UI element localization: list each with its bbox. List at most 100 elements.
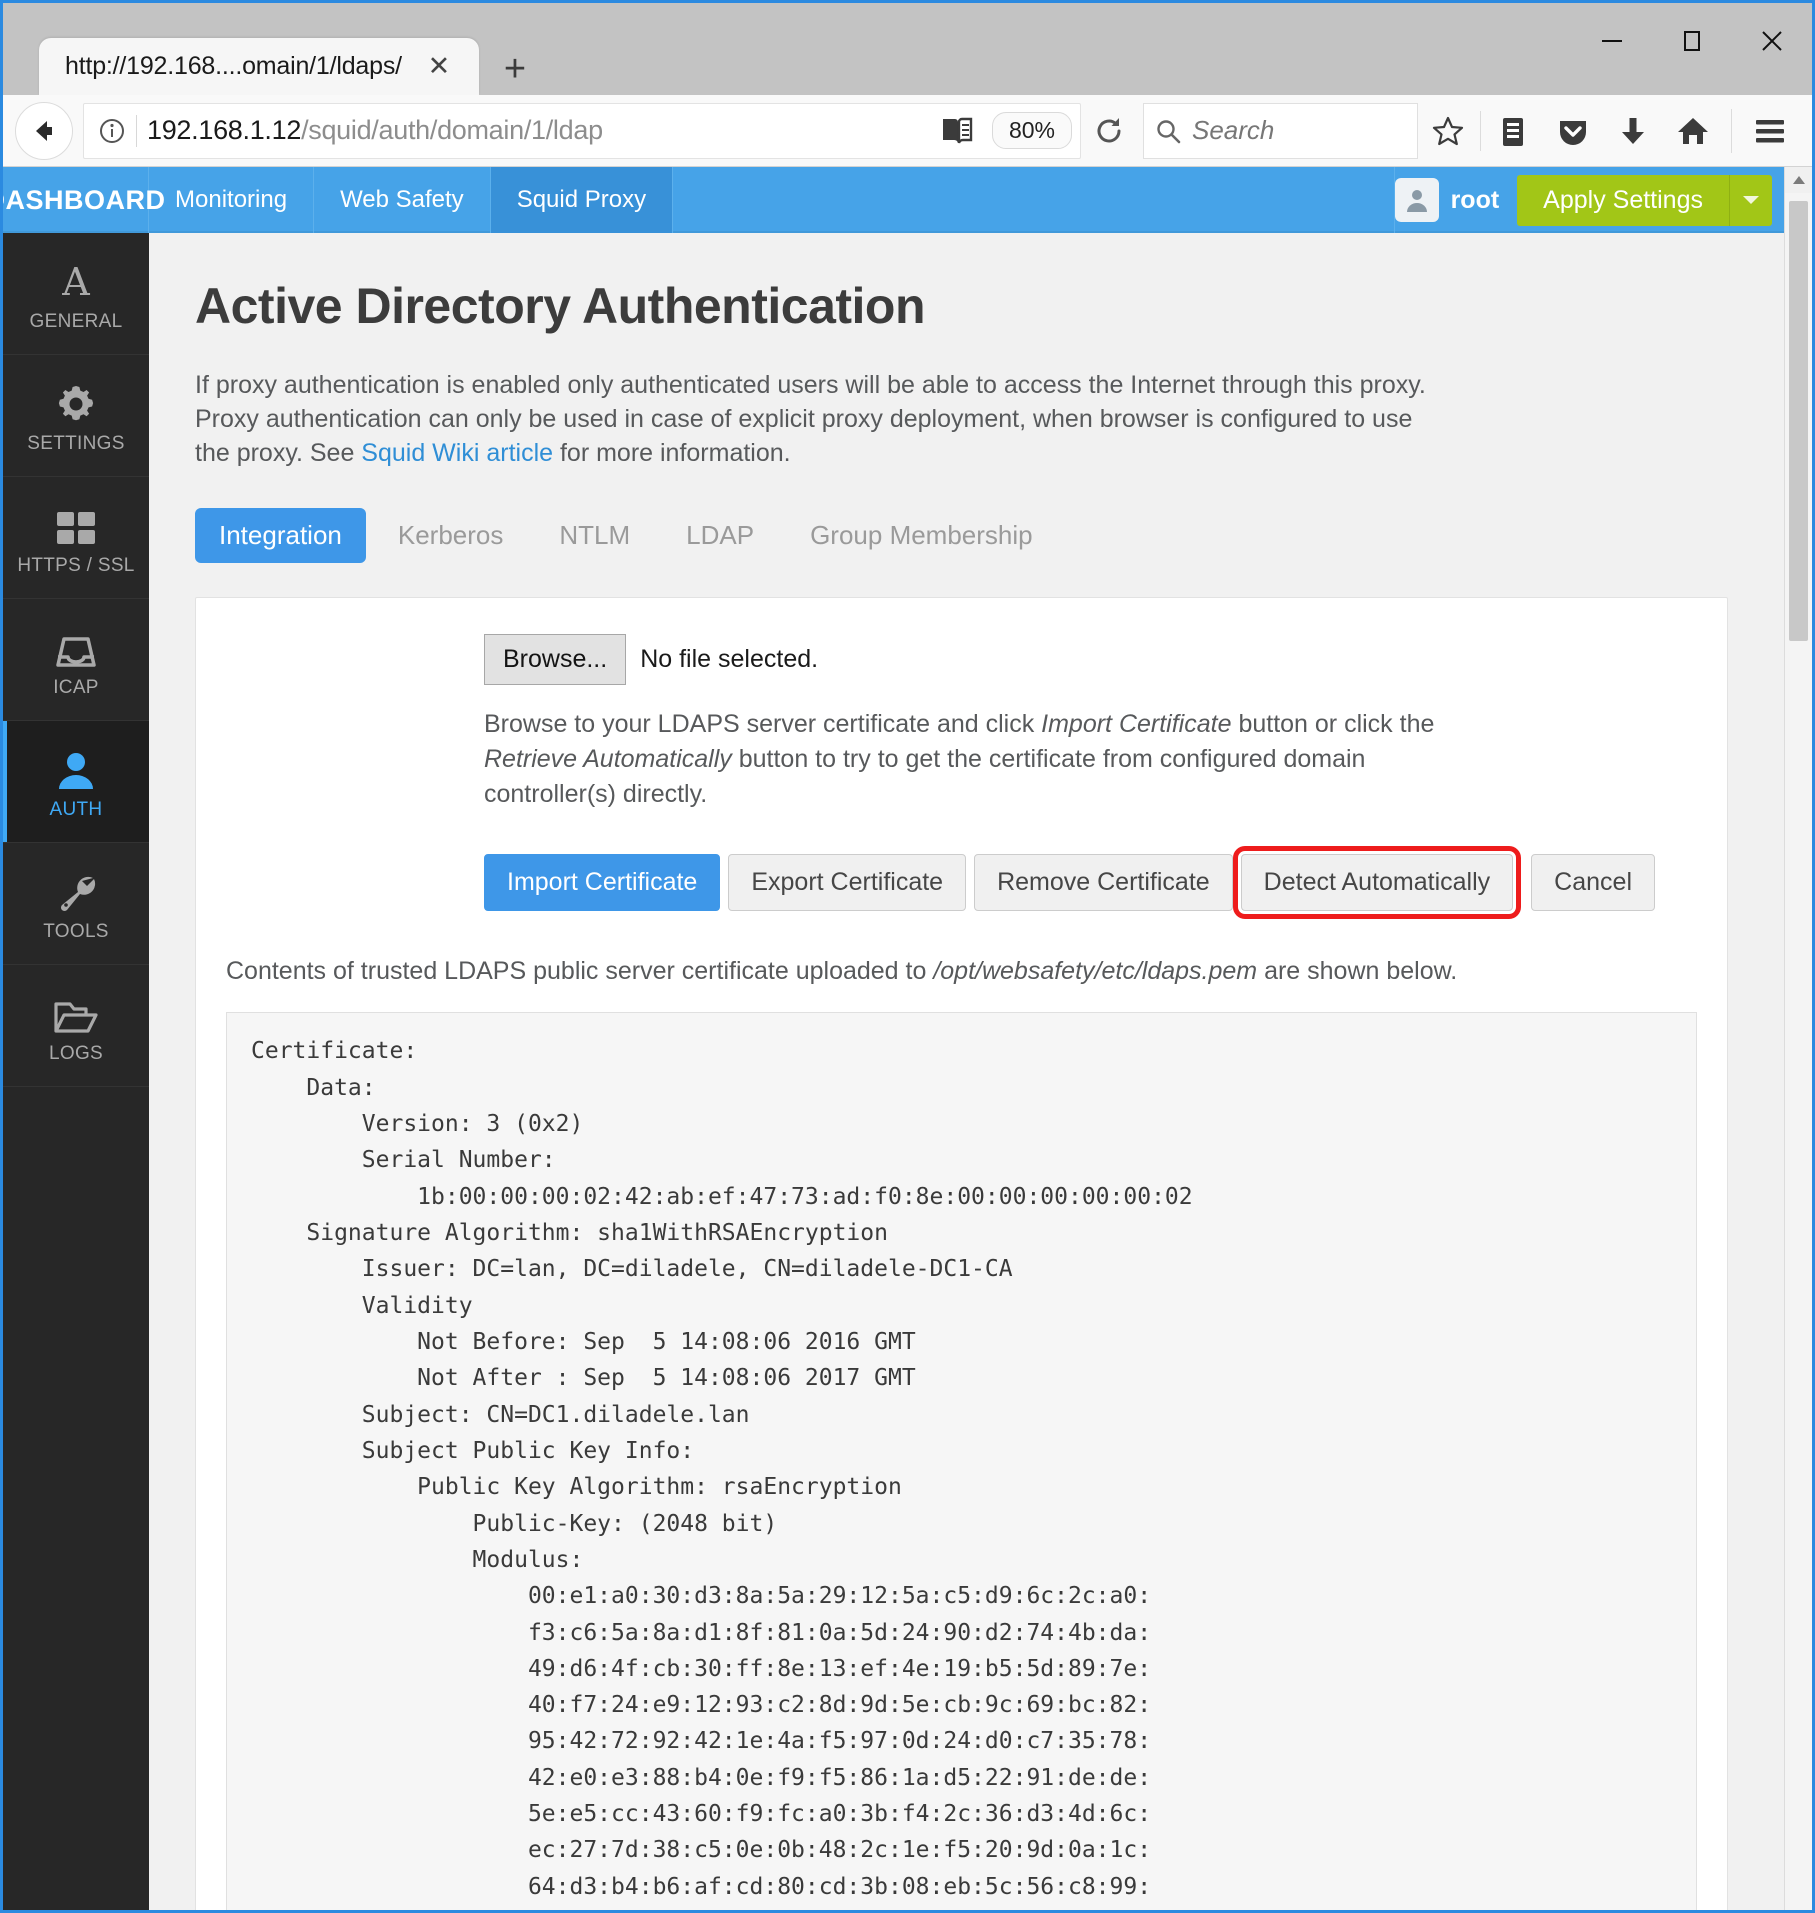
- certificate-text-block: Certificate: Data: Version: 3 (0x2) Seri…: [226, 1012, 1697, 1910]
- scroll-up-arrow-icon[interactable]: [1785, 167, 1812, 193]
- zoom-level-badge[interactable]: 80%: [991, 112, 1072, 149]
- pocket-icon[interactable]: [1543, 101, 1603, 161]
- url-text: 192.168.1.12/squid/auth/domain/1/ldap: [147, 115, 603, 146]
- sidebar-item-tools[interactable]: TOOLS: [3, 843, 149, 965]
- info-icon[interactable]: [92, 116, 132, 146]
- search-placeholder: Search: [1192, 115, 1275, 145]
- certificate-caption-part2: are shown below.: [1257, 957, 1458, 986]
- file-help-text: Browse to your LDAPS server certificate …: [484, 707, 1484, 812]
- sidebar-item-settings[interactable]: SETTINGS: [3, 355, 149, 477]
- letter-a-icon: A: [54, 255, 98, 303]
- file-help-part1: Browse to your LDAPS server certificate …: [484, 710, 1042, 739]
- main-content: Active Directory Authentication If proxy…: [149, 233, 1784, 1910]
- bookmark-star-icon[interactable]: [1418, 101, 1478, 161]
- file-help-em2: Retrieve Automatically: [484, 745, 732, 774]
- topnav-item-monitoring[interactable]: Monitoring: [149, 167, 315, 233]
- browser-titlebar: http://192.168....omain/1/ldaps/ ✕ +: [3, 3, 1812, 95]
- topnav-item-web-safety[interactable]: Web Safety: [314, 167, 491, 233]
- close-window-icon[interactable]: [1732, 3, 1812, 79]
- tab-ntlm[interactable]: NTLM: [535, 508, 654, 563]
- sidebar-item-icap[interactable]: ICAP: [3, 599, 149, 721]
- address-bar[interactable]: 192.168.1.12/squid/auth/domain/1/ldap 80…: [83, 102, 1081, 159]
- apply-settings-group: Apply Settings: [1517, 174, 1772, 226]
- tab-bar: Integration Kerberos NTLM LDAP Group Mem…: [195, 508, 1728, 564]
- browser-tab-title: http://192.168....omain/1/ldaps/: [65, 52, 402, 80]
- gear-icon: [55, 377, 97, 425]
- sidebar-label: AUTH: [49, 798, 103, 820]
- library-icon[interactable]: [1483, 101, 1543, 161]
- integration-panel: Browse... No file selected. Browse to yo…: [195, 597, 1728, 1910]
- svg-text:A: A: [61, 260, 90, 303]
- sidebar-label: ICAP: [53, 676, 99, 698]
- tab-ldap[interactable]: LDAP: [662, 508, 778, 563]
- reader-view-icon[interactable]: [928, 115, 986, 147]
- user-icon: [55, 743, 97, 791]
- app-body: A GENERAL SETTINGS HTTPS / SSL ICAP AUTH…: [3, 233, 1784, 1910]
- export-certificate-button[interactable]: Export Certificate: [728, 854, 967, 912]
- page-description: If proxy authentication is enabled only …: [195, 369, 1450, 470]
- sidebar: A GENERAL SETTINGS HTTPS / SSL ICAP AUTH…: [3, 233, 149, 1910]
- sidebar-label: TOOLS: [43, 920, 109, 942]
- search-icon: [1157, 119, 1181, 143]
- maximize-icon[interactable]: [1652, 3, 1732, 79]
- toolbar-divider: [1480, 110, 1481, 151]
- file-status-label: No file selected.: [640, 645, 819, 674]
- certificate-caption: Contents of trusted LDAPS public server …: [226, 957, 1697, 986]
- sidebar-item-auth[interactable]: AUTH: [3, 721, 149, 843]
- username-label: root: [1450, 185, 1500, 214]
- downloads-icon[interactable]: [1603, 101, 1663, 161]
- folder-icon: [53, 987, 99, 1035]
- brand-dashboard-link[interactable]: DASHBOARD: [3, 167, 165, 233]
- home-icon[interactable]: [1663, 101, 1723, 161]
- tab-integration[interactable]: Integration: [195, 508, 366, 564]
- sidebar-item-logs[interactable]: LOGS: [3, 965, 149, 1087]
- scrollbar-thumb[interactable]: [1789, 201, 1808, 641]
- sidebar-label: HTTPS / SSL: [17, 554, 135, 576]
- toolbar-divider-2: [1731, 108, 1732, 153]
- window-controls: [1572, 3, 1812, 79]
- apply-settings-button[interactable]: Apply Settings: [1517, 174, 1730, 226]
- import-certificate-button[interactable]: Import Certificate: [484, 854, 721, 912]
- reload-icon[interactable]: [1081, 103, 1137, 159]
- detect-automatically-button[interactable]: Detect Automatically: [1232, 846, 1522, 920]
- topnav-right-group: root Apply Settings: [1394, 167, 1784, 233]
- browse-button[interactable]: Browse...: [484, 634, 627, 686]
- topnav-spacer: [673, 167, 1395, 233]
- file-help-part2: button or click the: [1231, 710, 1435, 739]
- url-host: 192.168.1.12: [147, 115, 302, 145]
- remove-certificate-button[interactable]: Remove Certificate: [974, 854, 1233, 912]
- cancel-button[interactable]: Cancel: [1531, 854, 1655, 912]
- browser-tab[interactable]: http://192.168....omain/1/ldaps/ ✕: [39, 38, 479, 95]
- squid-wiki-link[interactable]: Squid Wiki article: [361, 439, 553, 467]
- tab-strip: http://192.168....omain/1/ldaps/ ✕ +: [39, 38, 541, 95]
- back-icon[interactable]: [15, 101, 73, 160]
- browser-window: http://192.168....omain/1/ldaps/ ✕ + 192…: [0, 0, 1815, 1913]
- chevron-down-icon[interactable]: [1730, 174, 1772, 226]
- sidebar-item-https-ssl[interactable]: HTTPS / SSL: [3, 477, 149, 599]
- tab-kerberos[interactable]: Kerberos: [374, 508, 528, 563]
- hamburger-menu-icon[interactable]: [1740, 101, 1800, 161]
- page-viewport: DASHBOARD Monitoring Web Safety Squid Pr…: [3, 167, 1812, 1910]
- sidebar-label: SETTINGS: [27, 432, 125, 454]
- minimize-icon[interactable]: [1572, 3, 1652, 79]
- page-scrollbar[interactable]: [1784, 167, 1812, 1910]
- grid-icon: [55, 499, 97, 547]
- tab-group-membership[interactable]: Group Membership: [786, 508, 1057, 563]
- web-page: DASHBOARD Monitoring Web Safety Squid Pr…: [3, 167, 1784, 1910]
- url-divider: [136, 114, 137, 147]
- search-input[interactable]: Search: [1143, 102, 1418, 159]
- page-title: Active Directory Authentication: [195, 278, 926, 334]
- sidebar-label: LOGS: [49, 1042, 103, 1064]
- app-topnav: DASHBOARD Monitoring Web Safety Squid Pr…: [3, 167, 1784, 233]
- certificate-path: /opt/websafety/etc/ldaps.pem: [933, 957, 1258, 986]
- browser-navbar: 192.168.1.12/squid/auth/domain/1/ldap 80…: [3, 95, 1812, 167]
- wrench-icon: [55, 865, 97, 913]
- certificate-button-row: Import Certificate Export Certificate Re…: [484, 846, 1697, 920]
- file-upload-row: Browse... No file selected.: [484, 634, 1697, 686]
- avatar[interactable]: [1394, 178, 1439, 222]
- inbox-icon: [54, 621, 98, 669]
- sidebar-item-general[interactable]: A GENERAL: [3, 233, 149, 355]
- close-icon[interactable]: ✕: [424, 52, 454, 82]
- new-tab-icon[interactable]: +: [489, 43, 541, 95]
- topnav-item-squid-proxy[interactable]: Squid Proxy: [490, 167, 674, 233]
